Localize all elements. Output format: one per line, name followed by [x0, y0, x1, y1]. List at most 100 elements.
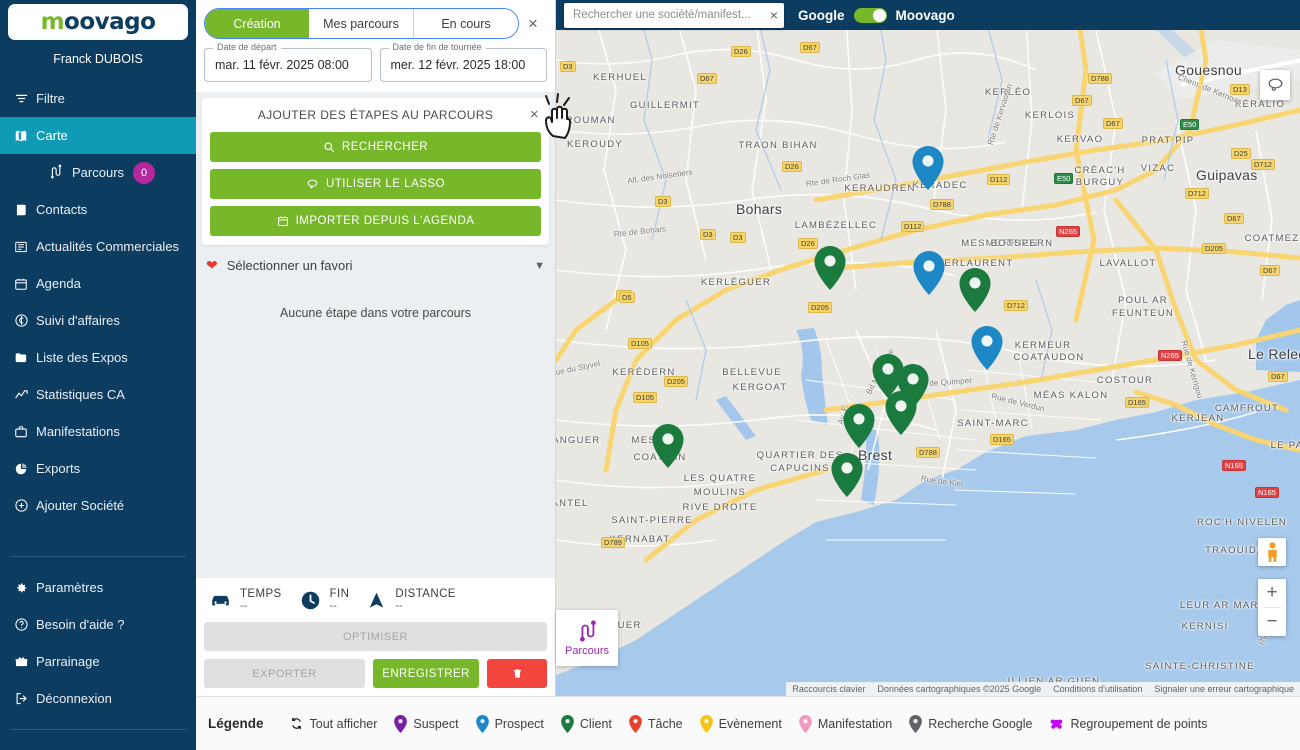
map-canvas[interactable]: Aéroport Brest Bretagne BrestGuipavasBoh…: [556, 0, 1300, 696]
map-zoom-controls[interactable]: + −: [1258, 579, 1286, 636]
legend-item-label: Tâche: [647, 716, 683, 731]
calendar-icon: [277, 216, 288, 226]
sidebar-item-actualites-commerciales[interactable]: Actualités Commerciales: [0, 228, 196, 265]
map-road-shield: D3: [655, 196, 671, 207]
legend-item-ev-nement[interactable]: Evènement: [699, 714, 782, 733]
sidebar-item-label: Ajouter Société: [36, 498, 125, 513]
legend-item-recherche-google[interactable]: Recherche Google: [909, 714, 1032, 733]
chevron-down-icon[interactable]: ▼: [534, 260, 545, 272]
logo-text: moovago: [41, 9, 156, 35]
parcours-floating-button[interactable]: Parcours: [556, 610, 618, 666]
panel-close-button[interactable]: ×: [519, 14, 547, 34]
add-steps-header: AJOUTER DES ÉTAPES AU PARCOURS ×: [210, 98, 541, 132]
map-marker-prospect[interactable]: [913, 251, 945, 295]
sidebar-item-deconnexion[interactable]: Déconnexion: [0, 680, 196, 717]
app-logo[interactable]: moovago: [8, 4, 188, 40]
map-pegman-button[interactable]: [1258, 538, 1286, 566]
sidebar-item-label: Déconnexion: [36, 691, 112, 706]
tab-mes-parcours[interactable]: Mes parcours: [309, 9, 414, 38]
sidebar-item-label: Actualités Commerciales: [36, 239, 180, 254]
map-road-shield: N165: [1255, 487, 1279, 498]
tab-creation[interactable]: Création: [205, 9, 309, 38]
map-marker-client[interactable]: [843, 404, 875, 448]
rechercher-button[interactable]: RECHERCHER: [210, 132, 541, 162]
add-steps-close-icon[interactable]: ×: [530, 106, 539, 123]
map-marker-client[interactable]: [831, 453, 863, 497]
sidebar-item-label: Filtre: [36, 91, 65, 106]
stat-distance: DISTANCE --: [367, 588, 456, 612]
enregistrer-button[interactable]: ENREGISTRER: [373, 659, 479, 688]
sidebar-item-parametres[interactable]: Paramètres: [0, 569, 196, 606]
toggle-knob: [872, 8, 886, 22]
legend-item-manifestation[interactable]: Manifestation: [799, 714, 892, 733]
sidebar-item-parrainage[interactable]: Parrainage: [0, 643, 196, 680]
sidebar-item-carte[interactable]: Carte: [0, 117, 196, 154]
toggle-label-google: Google: [798, 7, 845, 23]
sidebar-item-label: Parrainage: [36, 654, 100, 669]
map-marker-prospect[interactable]: [971, 326, 1003, 370]
utiliser-le-lasso-label: UTILISER LE LASSO: [325, 178, 446, 190]
add-steps-panel: AJOUTER DES ÉTAPES AU PARCOURS × RECHERC…: [202, 98, 549, 245]
delete-button[interactable]: [487, 659, 547, 688]
attribution-terms[interactable]: Conditions d'utilisation: [1053, 684, 1142, 694]
zoom-out-button[interactable]: −: [1258, 608, 1286, 636]
sidebar-item-exports[interactable]: Exports: [0, 450, 196, 487]
optimiser-button[interactable]: OPTIMISER: [204, 622, 547, 651]
zoom-in-button[interactable]: +: [1258, 579, 1286, 607]
cluster-icon: [1051, 719, 1063, 729]
close-icon[interactable]: ×: [766, 7, 778, 23]
map-source-toggle[interactable]: [853, 7, 887, 23]
tab-en-cours[interactable]: En cours: [414, 9, 518, 38]
sidebar-item-statistiques-ca[interactable]: Statistiques CA: [0, 376, 196, 413]
map-lasso-button[interactable]: [1260, 70, 1290, 100]
legend-item-client[interactable]: Client: [561, 714, 612, 733]
news-icon: [14, 240, 36, 254]
logout-icon: [14, 691, 36, 706]
date-depart-field[interactable]: Date de départ mar. 11 févr. 2025 08:00: [204, 42, 372, 82]
sidebar-subitem-parcours[interactable]: Parcours 0: [0, 154, 196, 191]
map-road-shield: D67: [697, 73, 717, 84]
map-road-shield: D788: [1088, 73, 1112, 84]
map-road-shield: D205: [664, 376, 688, 387]
sidebar-item-ajouter-societe[interactable]: Ajouter Société: [0, 487, 196, 524]
sidebar-item-contacts[interactable]: Contacts: [0, 191, 196, 228]
user-name: Franck DUBOIS: [53, 52, 143, 66]
attribution-keyboard-shortcuts[interactable]: Raccourcis clavier: [792, 684, 865, 694]
legend-item-suspect[interactable]: Suspect: [394, 714, 459, 733]
search-box[interactable]: ×: [564, 2, 784, 28]
map-legend: Légende Tout afficher Suspect Prospect Clie…: [196, 696, 1300, 750]
sidebar-item-suivi-daffaires[interactable]: Suivi d'affaires: [0, 302, 196, 339]
map-marker-client[interactable]: [652, 424, 684, 468]
pin-icon: [629, 714, 642, 733]
empty-steps-message: Aucune étape dans votre parcours: [279, 306, 472, 320]
sidebar-item-manifestations[interactable]: Manifestations: [0, 413, 196, 450]
lasso-icon: [307, 179, 318, 188]
plus-circle-icon: [14, 498, 36, 513]
sidebar-item-liste-des-expos[interactable]: Liste des Expos: [0, 339, 196, 376]
sidebar-item-agenda[interactable]: Agenda: [0, 265, 196, 302]
utiliser-le-lasso-button[interactable]: UTILISER LE LASSO: [210, 169, 541, 199]
sidebar-item-label: Exports: [36, 461, 81, 476]
importer-depuis-lagenda-button[interactable]: IMPORTER DEPUIS L'AGENDA: [210, 206, 541, 236]
attribution-report-error[interactable]: Signaler une erreur cartographique: [1154, 684, 1294, 694]
footer-actions: EXPORTER ENREGISTRER: [204, 659, 547, 688]
favorite-selector[interactable]: ❤ Sélectionner un favori ▼: [196, 245, 555, 284]
sidebar-item-besoin-daide[interactable]: Besoin d'aide ?: [0, 606, 196, 643]
date-fin-field[interactable]: Date de fin de tournée mer. 12 févr. 202…: [379, 42, 547, 82]
map-marker-client[interactable]: [959, 268, 991, 312]
map-marker-prospect[interactable]: [912, 146, 944, 190]
lasso-icon: [1268, 78, 1282, 91]
map-marker-client[interactable]: [814, 246, 846, 290]
search-input[interactable]: [573, 9, 766, 21]
map-road-shield: D165: [1125, 397, 1149, 408]
legend-item-t-che[interactable]: Tâche: [629, 714, 683, 733]
stat-temps-label: TEMPS: [240, 588, 282, 600]
map-marker-client[interactable]: [885, 391, 917, 435]
legend-item-tout-afficher[interactable]: Tout afficher: [289, 716, 377, 731]
legend-item-regroupement-de-points[interactable]: Regroupement de points: [1049, 716, 1207, 731]
legend-item-prospect[interactable]: Prospect: [475, 714, 544, 733]
exporter-button[interactable]: EXPORTER: [204, 659, 365, 688]
panel-spacer: [196, 342, 555, 578]
stat-fin-value: --: [329, 600, 337, 612]
sidebar-item-filtre[interactable]: Filtre: [0, 80, 196, 117]
